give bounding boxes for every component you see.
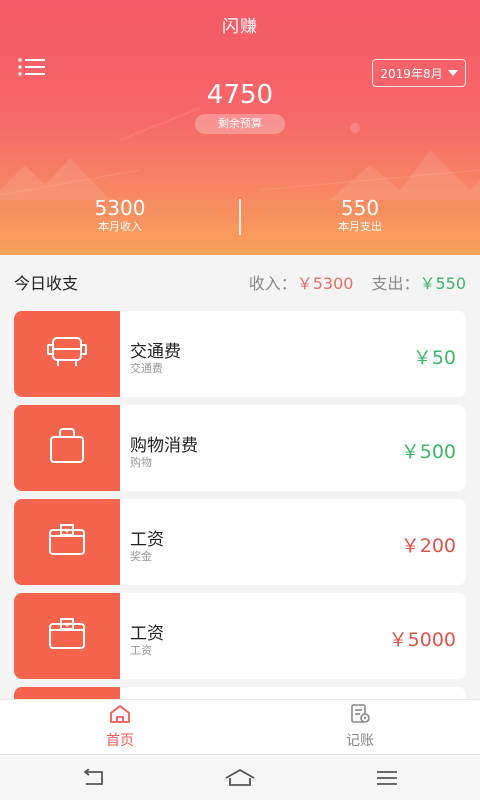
transaction-amount: ￥500 [400, 441, 456, 463]
transaction-category: 工资 [130, 530, 164, 550]
today-totals: 收入：￥5300 支出：￥550 [249, 270, 466, 294]
transaction-category: 交通费 [130, 342, 181, 362]
today-expense-label: 支出： [371, 274, 420, 293]
transaction-card-partial[interactable] [14, 687, 466, 699]
transaction-tile [14, 405, 120, 491]
monthly-expense-stat: 550 本月支出 [240, 196, 480, 234]
remaining-budget-label: 剩余预算 [195, 114, 285, 134]
recent-apps-icon[interactable] [367, 763, 407, 793]
transaction-list[interactable]: 交通费 交通费 ￥50 购物消费 购物 ￥500 ¥ 工资 奖金 ￥200 ¥ … [0, 311, 480, 699]
transaction-category: 工资 [130, 624, 164, 644]
wallet-icon: ¥ [47, 617, 87, 655]
transaction-subcategory: 奖金 [130, 550, 152, 563]
tab-ledger-label: 记账 [346, 733, 374, 749]
shopping-bag-icon [47, 427, 87, 469]
today-income-amount: ￥5300 [296, 274, 354, 293]
transaction-tile [14, 311, 120, 397]
back-icon[interactable] [73, 763, 113, 793]
transaction-card[interactable]: ¥ 工资 工资 ￥5000 [14, 593, 466, 679]
app-title: 闪赚 [222, 17, 258, 37]
transaction-tile: ¥ [14, 593, 120, 679]
bottom-tab-bar: 首页 记账 [0, 699, 480, 754]
transaction-amount: ￥50 [412, 347, 456, 369]
caret-down-icon [447, 70, 458, 76]
tab-home-label: 首页 [106, 733, 134, 749]
home-icon [109, 704, 131, 728]
today-summary-title: 今日收支 [14, 274, 79, 293]
app-screen: 闪赚 2019年8月 4750 剩余预算 5300 本月收入 550 本月支出 … [0, 0, 480, 800]
wallet-icon: ¥ [47, 523, 87, 561]
today-income: 收入：￥5300 [249, 270, 354, 294]
system-nav-bar [0, 754, 480, 800]
monthly-income-label: 本月收入 [98, 220, 142, 233]
transaction-subcategory: 工资 [130, 644, 152, 657]
header-banner: 闪赚 2019年8月 4750 剩余预算 5300 本月收入 550 本月支出 [0, 0, 480, 255]
transaction-amount: ￥5000 [388, 629, 456, 651]
transaction-card[interactable]: 购物消费 购物 ￥500 [14, 405, 466, 491]
month-selector-label: 2019年8月 [380, 66, 443, 81]
transaction-card[interactable]: 交通费 交通费 ￥50 [14, 311, 466, 397]
transaction-subcategory: 购物 [130, 456, 152, 469]
transaction-category: 购物消费 [130, 436, 198, 456]
today-summary: 今日收支 收入：￥5300 支出：￥550 [0, 255, 480, 309]
remaining-budget-value: 4750 [206, 80, 274, 110]
transaction-tile: ¥ [14, 499, 120, 585]
transaction-tile [14, 687, 120, 699]
transaction-amount: ￥200 [400, 535, 456, 557]
home-nav-icon[interactable] [220, 763, 260, 793]
monthly-income-value: 5300 [94, 196, 146, 220]
tab-ledger[interactable]: 记账 [240, 700, 480, 754]
today-expense: 支出：￥550 [371, 270, 466, 294]
monthly-income-stat: 5300 本月收入 [0, 196, 240, 234]
tab-home[interactable]: 首页 [0, 700, 240, 754]
transaction-card[interactable]: ¥ 工资 奖金 ￥200 [14, 499, 466, 585]
svg-text:¥: ¥ [65, 622, 70, 630]
today-expense-amount: ￥550 [419, 274, 466, 293]
transaction-subcategory: 交通费 [130, 362, 163, 375]
bus-icon [45, 335, 89, 373]
today-income-label: 收入： [248, 274, 297, 293]
ledger-icon [349, 704, 371, 728]
monthly-expense-label: 本月支出 [338, 220, 382, 233]
svg-text:¥: ¥ [65, 528, 70, 536]
menu-icon[interactable] [18, 58, 46, 80]
monthly-expense-value: 550 [340, 196, 380, 220]
